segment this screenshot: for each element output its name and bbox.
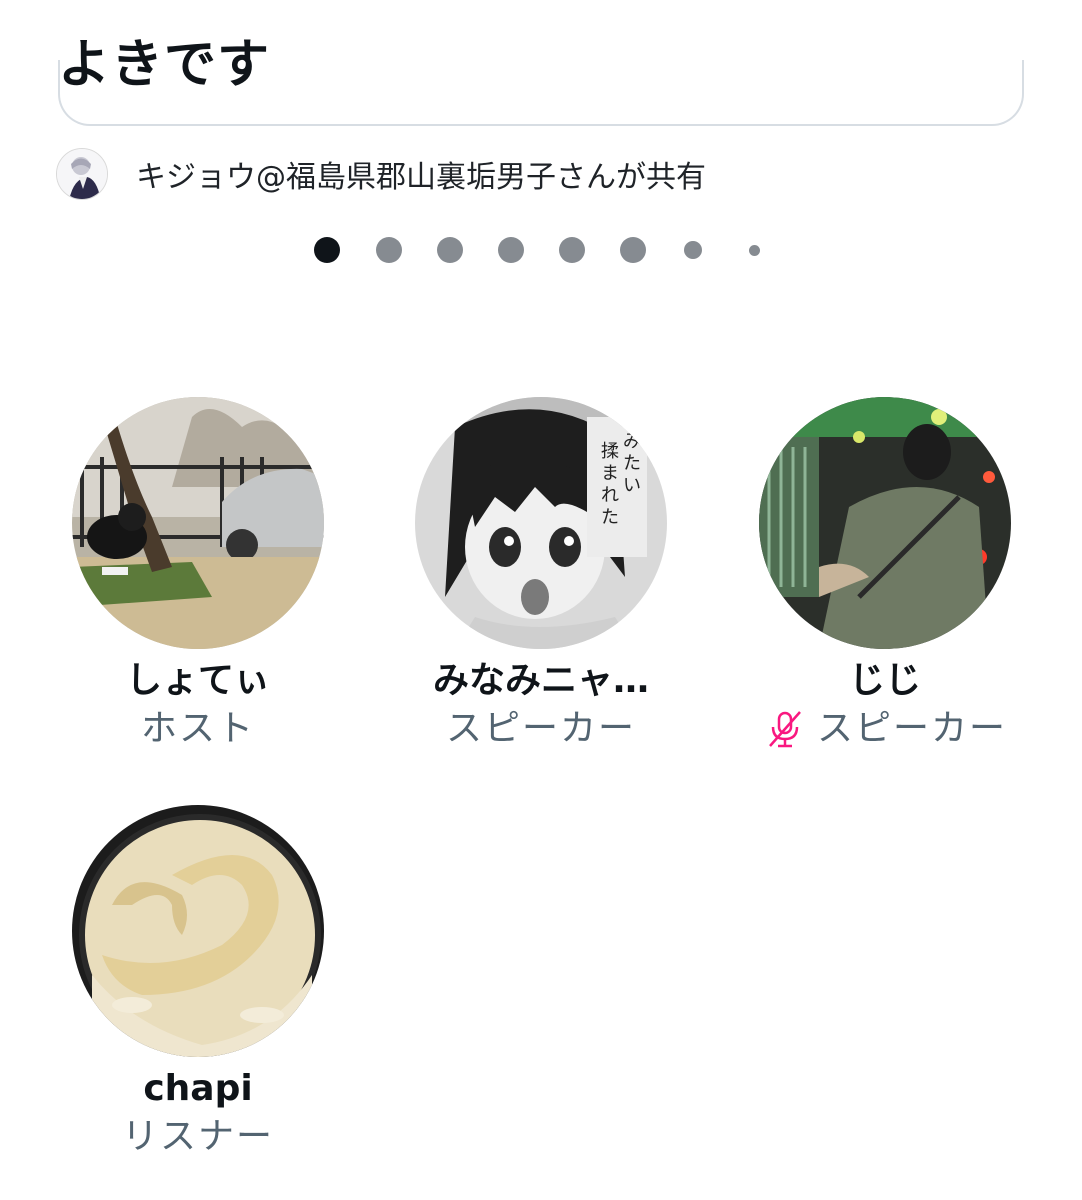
participant-role: スピーカー — [725, 707, 1045, 751]
page-dot[interactable] — [684, 241, 702, 259]
participant-role-label: リスナー — [121, 1116, 274, 1157]
participant-role: リスナー — [38, 1115, 358, 1159]
page-dot[interactable] — [498, 237, 524, 263]
participant-name: みなみニャ… — [432, 660, 649, 701]
participant-avatar[interactable]: み た い 揉 ま れ た — [415, 397, 667, 649]
shared-by-text: キジョウ@福島県郡山裏垢男子さんが共有 — [136, 160, 706, 195]
svg-text:揉: 揉 — [601, 441, 619, 462]
svg-text:み: み — [623, 431, 641, 452]
participant-role-label: スピーカー — [816, 708, 1007, 749]
page-dot[interactable] — [437, 237, 463, 263]
svg-text:れ: れ — [601, 485, 619, 506]
manga-girl-avatar: み た い 揉 ま れ た — [415, 397, 667, 649]
mic-muted-icon — [763, 707, 807, 751]
shared-by-row[interactable]: キジョウ@福島県郡山裏垢男子さんが共有 — [56, 148, 706, 200]
participant-name: chapi — [143, 1068, 253, 1109]
svg-text:ま: ま — [601, 463, 619, 484]
page-dot[interactable] — [376, 237, 402, 263]
participant-avatar[interactable] — [72, 397, 324, 649]
page-dot[interactable] — [559, 237, 585, 263]
participant-name: しょてぃ — [125, 660, 270, 701]
participant-name: じじ — [848, 660, 921, 701]
sharer-avatar[interactable] — [56, 148, 108, 200]
participant-card[interactable]: み た い 揉 ま れ た みなみニャ… スピーカー — [381, 397, 701, 751]
space-title-card[interactable] — [58, 60, 1024, 126]
ice-cream-avatar — [72, 805, 324, 1057]
carousel-pagination — [0, 230, 1082, 270]
park-photo-avatar — [72, 397, 324, 649]
participant-card[interactable]: しょてぃ ホスト — [38, 397, 358, 751]
svg-text:い: い — [623, 475, 641, 496]
participant-role: スピーカー — [381, 707, 701, 751]
participant-role-label: ホスト — [140, 708, 255, 749]
night-street-avatar — [759, 397, 1011, 649]
participant-card[interactable]: じじ スピーカー — [725, 397, 1045, 751]
participant-role: ホスト — [38, 707, 358, 751]
svg-text:た: た — [623, 453, 641, 474]
participant-role-label: スピーカー — [445, 708, 636, 749]
participant-avatar[interactable] — [72, 805, 324, 1057]
participant-avatar[interactable] — [759, 397, 1011, 649]
participant-card[interactable]: chapi リスナー — [38, 805, 358, 1159]
page-dot[interactable] — [314, 237, 340, 263]
page-dot[interactable] — [749, 245, 760, 256]
page-dot[interactable] — [620, 237, 646, 263]
svg-text:た: た — [601, 507, 619, 528]
